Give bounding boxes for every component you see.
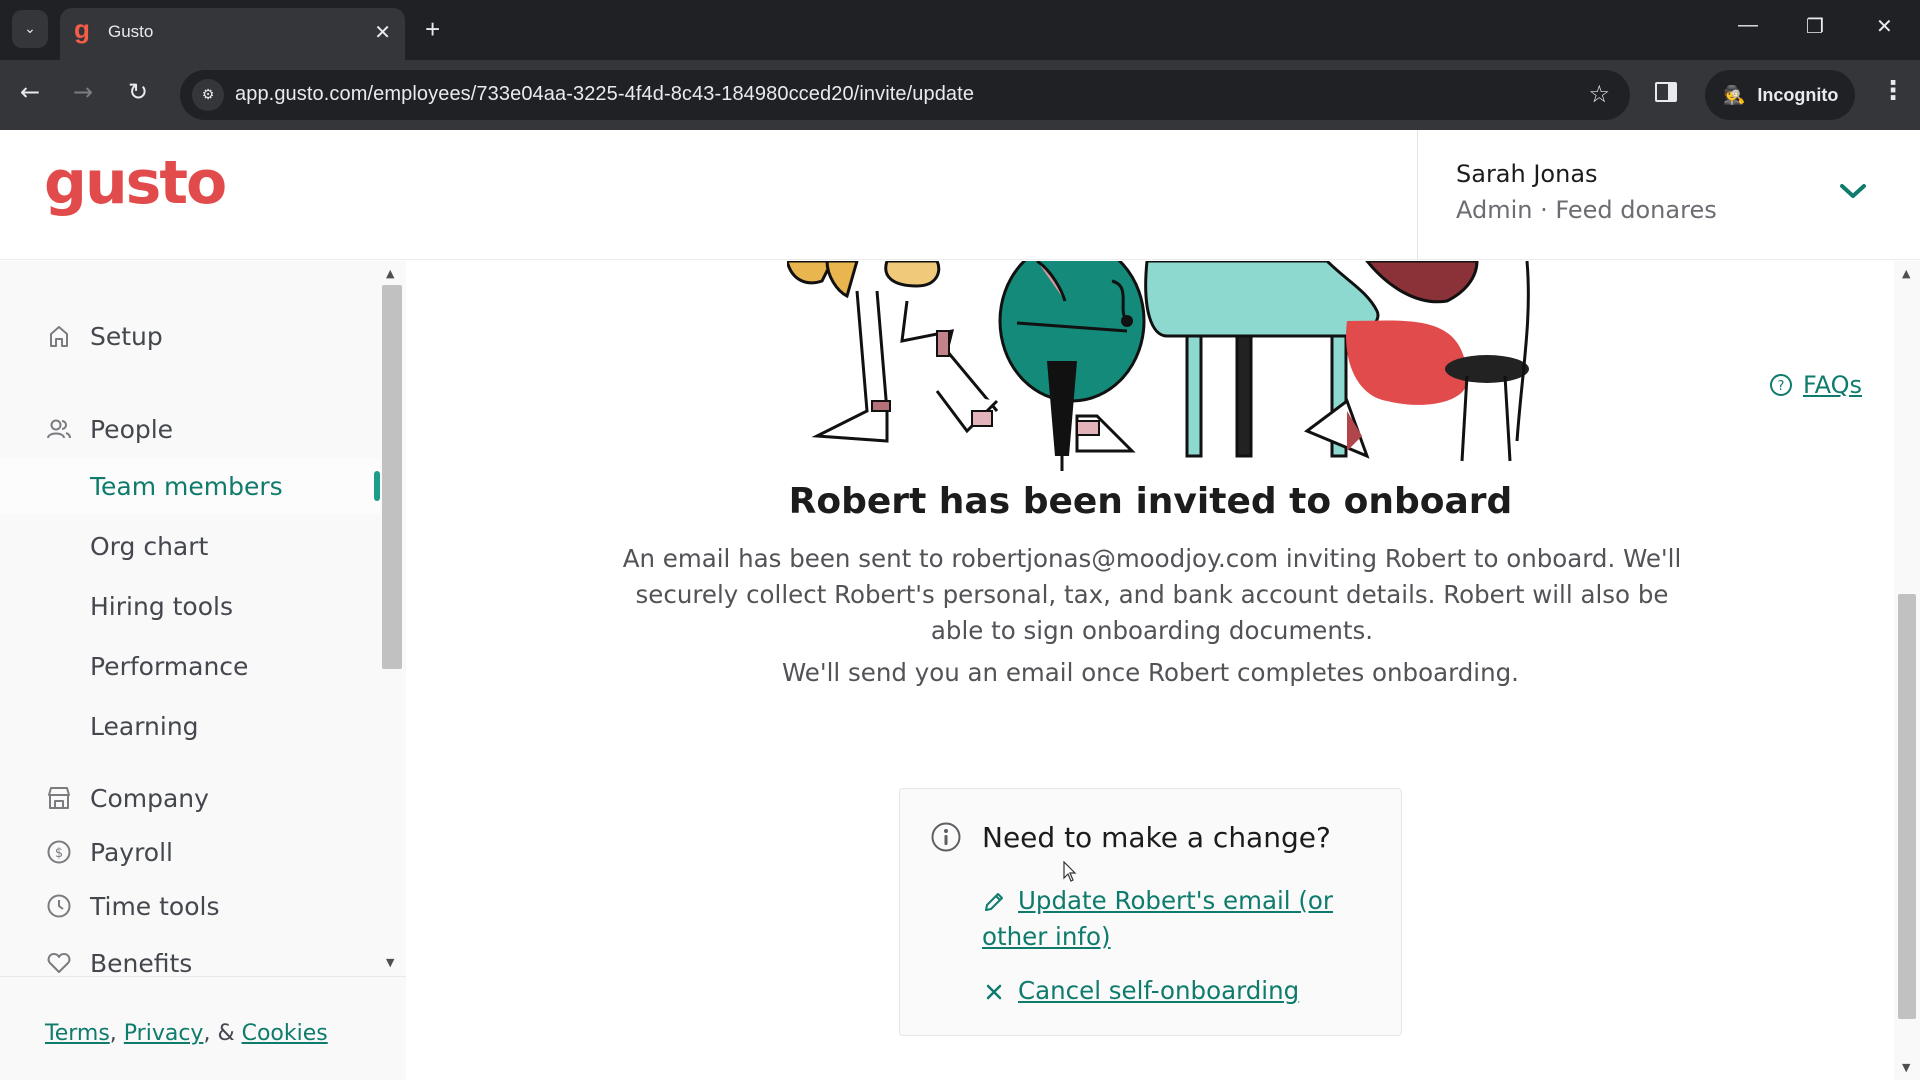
- sidebar-item-company[interactable]: Company: [0, 770, 380, 826]
- sidebar-item-label: Learning: [90, 711, 199, 741]
- sidebar-item-label: Time tools: [90, 891, 220, 921]
- update-info-label: Update Robert's email (or other info): [982, 886, 1333, 951]
- main-content: ? FAQs Robert has been invited to onboar…: [407, 261, 1894, 1080]
- sidebar-item-performance[interactable]: Performance: [0, 638, 380, 694]
- tab-search-button[interactable]: ⌄: [12, 10, 48, 48]
- chevron-down-icon[interactable]: [1838, 176, 1868, 206]
- card-title: Need to make a change?: [982, 821, 1331, 854]
- sidebar-item-label: Performance: [90, 651, 249, 681]
- sidebar: Setup People Team members Org chart Hiri…: [0, 261, 406, 1080]
- scroll-up-arrow-icon[interactable]: ▲: [386, 267, 394, 280]
- scroll-down-arrow-icon[interactable]: ▼: [386, 956, 394, 969]
- sidebar-nav: Setup People Team members Org chart Hiri…: [0, 261, 380, 976]
- separator: ,: [109, 1021, 124, 1046]
- forward-arrow-icon[interactable]: →: [73, 78, 93, 106]
- close-tab-icon[interactable]: ✕: [374, 20, 391, 44]
- svg-text:?: ?: [1778, 379, 1785, 394]
- account-role: Admin · Feed donares: [1456, 196, 1717, 224]
- faqs-link[interactable]: ? FAQs: [1769, 371, 1862, 399]
- app-header: gusto Sarah Jonas Admin · Feed donares: [0, 130, 1920, 260]
- faqs-label: FAQs: [1803, 371, 1862, 399]
- sidebar-footer: Terms, Privacy, & Cookies: [0, 976, 406, 1080]
- gusto-logo[interactable]: gusto: [44, 148, 227, 218]
- site-info-icon[interactable]: ⚙: [192, 79, 224, 111]
- scroll-down-arrow-icon[interactable]: ▼: [1902, 1061, 1910, 1074]
- terms-link[interactable]: Terms: [45, 1021, 110, 1046]
- incognito-badge[interactable]: 🕵 Incognito: [1705, 70, 1855, 120]
- browser-tab-bar: ⌄ g Gusto ✕ + — ❐ ✕: [0, 0, 1920, 60]
- browser-toolbar: ← → ↻ ⚙ app.gusto.com/employees/733e04aa…: [0, 60, 1920, 130]
- help-circle-icon: ?: [1770, 374, 1792, 396]
- svg-text:$: $: [55, 846, 63, 861]
- mouse-cursor-icon: [1063, 861, 1077, 882]
- browser-menu-icon[interactable]: ⋮: [1880, 76, 1906, 106]
- heart-icon: [47, 953, 71, 973]
- cookies-link[interactable]: Cookies: [242, 1021, 328, 1046]
- new-tab-button[interactable]: +: [425, 14, 440, 45]
- side-panel-icon[interactable]: [1655, 82, 1677, 102]
- sidebar-item-org-chart[interactable]: Org chart: [0, 518, 380, 574]
- close-x-icon: [986, 984, 1002, 1000]
- sidebar-scrollbar-thumb[interactable]: [382, 285, 402, 669]
- bookmark-star-icon[interactable]: ☆: [1588, 80, 1610, 108]
- back-arrow-icon[interactable]: ←: [20, 78, 40, 106]
- page-title: Robert has been invited to onboard: [788, 481, 1513, 522]
- tab-title: Gusto: [108, 22, 154, 41]
- page-scrollbar[interactable]: ▲ ▼: [1894, 261, 1920, 1080]
- sidebar-item-setup[interactable]: Setup: [0, 308, 380, 364]
- sidebar-item-team-members[interactable]: Team members: [0, 458, 380, 514]
- info-icon: [931, 822, 961, 852]
- update-info-link[interactable]: Update Robert's email (or other info): [982, 883, 1352, 955]
- url-text[interactable]: app.gusto.com/employees/733e04aa-3225-4f…: [235, 83, 974, 106]
- privacy-link[interactable]: Privacy: [124, 1021, 204, 1046]
- legal-links: Terms, Privacy, & Cookies: [45, 1021, 328, 1046]
- musicians-illustration: [787, 261, 1530, 471]
- reload-icon[interactable]: ↻: [128, 78, 148, 106]
- cancel-onboarding-label: Cancel self-onboarding: [1018, 976, 1300, 1005]
- page-scrollbar-thumb[interactable]: [1898, 594, 1916, 1019]
- minimize-icon[interactable]: —: [1738, 14, 1758, 37]
- invite-description: An email has been sent to robertjonas@mo…: [622, 544, 1682, 645]
- scroll-up-arrow-icon[interactable]: ▲: [1902, 267, 1910, 280]
- dollar-icon: $: [47, 840, 71, 864]
- cancel-onboarding-link[interactable]: Cancel self-onboarding: [982, 973, 1299, 1009]
- sidebar-item-label: Setup: [90, 321, 163, 351]
- browser-tab[interactable]: g Gusto ✕: [60, 8, 405, 60]
- sidebar-item-learning[interactable]: Learning: [0, 698, 380, 754]
- address-bar[interactable]: ⚙ app.gusto.com/employees/733e04aa-3225-…: [180, 70, 1630, 120]
- sidebar-item-hiring-tools[interactable]: Hiring tools: [0, 578, 380, 634]
- sidebar-item-time-tools[interactable]: Time tools: [0, 878, 380, 934]
- people-icon: [47, 419, 71, 439]
- sidebar-item-label: Payroll: [90, 837, 173, 867]
- incognito-icon: 🕵: [1723, 84, 1746, 105]
- sidebar-item-payroll[interactable]: $ Payroll: [0, 824, 380, 880]
- sidebar-item-people[interactable]: People: [0, 401, 380, 457]
- account-name: Sarah Jonas: [1456, 160, 1598, 188]
- sidebar-item-label: Benefits: [90, 948, 193, 977]
- window-close-icon[interactable]: ✕: [1876, 14, 1893, 39]
- store-icon: [48, 787, 70, 809]
- sidebar-item-label: Org chart: [90, 531, 209, 561]
- sidebar-item-label: Team members: [90, 471, 283, 501]
- sidebar-item-label: People: [90, 414, 174, 444]
- sidebar-item-label: Hiring tools: [90, 591, 233, 621]
- change-card: Need to make a change? Update Robert's e…: [899, 788, 1402, 1036]
- gusto-favicon-icon: g: [74, 14, 90, 44]
- followup-note: We'll send you an email once Robert comp…: [782, 658, 1519, 687]
- chevron-down-icon: ⌄: [24, 21, 36, 37]
- sidebar-item-label: Company: [90, 783, 209, 813]
- restore-icon[interactable]: ❐: [1806, 14, 1824, 39]
- separator: , &: [203, 1021, 242, 1046]
- sidebar-item-benefits[interactable]: Benefits: [0, 935, 380, 976]
- clock-icon: [47, 894, 71, 918]
- pencil-icon: [985, 893, 1003, 911]
- incognito-label: Incognito: [1757, 84, 1839, 105]
- home-icon: [50, 326, 68, 347]
- account-switcher[interactable]: Sarah Jonas Admin · Feed donares: [1417, 130, 1920, 260]
